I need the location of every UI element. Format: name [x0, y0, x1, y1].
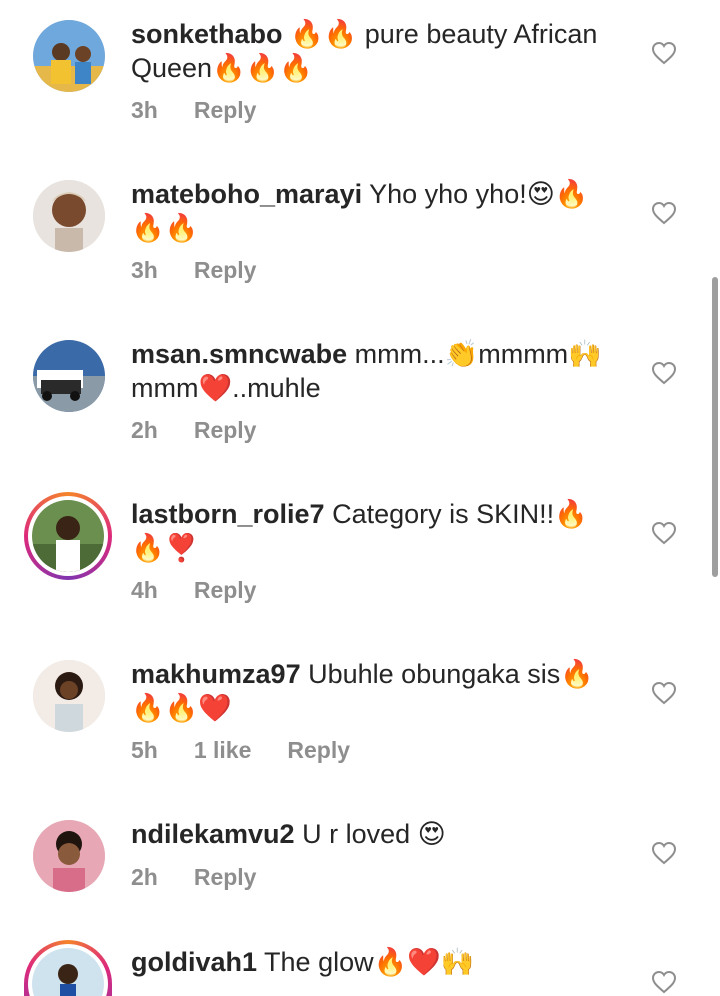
avatar-with-story-ring[interactable] [24, 940, 112, 996]
comment-meta: 3h Reply [131, 95, 292, 125]
reply-button[interactable]: Reply [287, 737, 350, 763]
avatar-with-story-ring[interactable] [24, 492, 112, 580]
like-heart-icon[interactable] [651, 361, 677, 385]
like-heart-icon[interactable] [651, 970, 677, 994]
reply-button[interactable]: Reply [194, 864, 257, 890]
comment-username[interactable]: goldivah1 [131, 947, 257, 977]
comment-username[interactable]: sonkethabo [131, 19, 283, 49]
like-heart-icon[interactable] [651, 41, 677, 65]
comment-body: makhumza97 Ubuhle obungaka sis🔥🔥🔥❤️ [131, 657, 621, 725]
comment-body: lastborn_rolie7 Category is SKIN!!🔥🔥❣️ [131, 497, 621, 565]
comment-username[interactable]: lastborn_rolie7 [131, 499, 325, 529]
reply-button[interactable]: Reply [194, 577, 257, 603]
comment-body: msan.smncwabe mmm...👏mmmm🙌 mmm❤️..muhle [131, 337, 621, 405]
comment-username[interactable]: msan.smncwabe [131, 339, 347, 369]
like-heart-icon[interactable] [651, 681, 677, 705]
avatar[interactable] [33, 340, 105, 412]
avatar[interactable] [33, 180, 105, 252]
comment-text: U r loved 😍 [302, 819, 446, 849]
avatar[interactable] [33, 820, 105, 892]
like-heart-icon[interactable] [651, 521, 677, 545]
like-heart-icon[interactable] [651, 201, 677, 225]
like-heart-icon[interactable] [651, 841, 677, 865]
comment-meta: 2h Reply [131, 415, 292, 445]
like-count[interactable]: 1 like [194, 737, 252, 763]
comment-meta: 3h Reply [131, 255, 292, 285]
comment-username[interactable]: mateboho_marayi [131, 179, 362, 209]
comment-body: ndilekamvu2 U r loved 😍 [131, 817, 621, 851]
comment-meta: 2h Reply [131, 862, 292, 892]
comment-text: The glow🔥❤️🙌 [264, 947, 475, 977]
comment-username[interactable]: ndilekamvu2 [131, 819, 295, 849]
reply-button[interactable]: Reply [194, 97, 257, 123]
comment-time: 3h [131, 97, 158, 123]
avatar[interactable] [33, 660, 105, 732]
comment-time: 5h [131, 737, 158, 763]
comment-time: 2h [131, 864, 158, 890]
comment-username[interactable]: makhumza97 [131, 659, 301, 689]
reply-button[interactable]: Reply [194, 257, 257, 283]
comment-time: 3h [131, 257, 158, 283]
avatar-image [32, 500, 104, 572]
comment-body: sonkethabo 🔥🔥 pure beauty African Queen🔥… [131, 17, 621, 85]
scrollbar[interactable] [712, 277, 718, 577]
comment-body: goldivah1 The glow🔥❤️🙌 [131, 945, 621, 979]
reply-button[interactable]: Reply [194, 417, 257, 443]
comment-time: 2h [131, 417, 158, 443]
comment-time: 4h [131, 577, 158, 603]
comment-body: mateboho_marayi Yho yho yho!😍🔥🔥🔥 [131, 177, 621, 245]
comment-meta: 4h Reply [131, 575, 292, 605]
comment-meta: 5h 1 like Reply [131, 735, 386, 765]
avatar[interactable] [33, 20, 105, 92]
